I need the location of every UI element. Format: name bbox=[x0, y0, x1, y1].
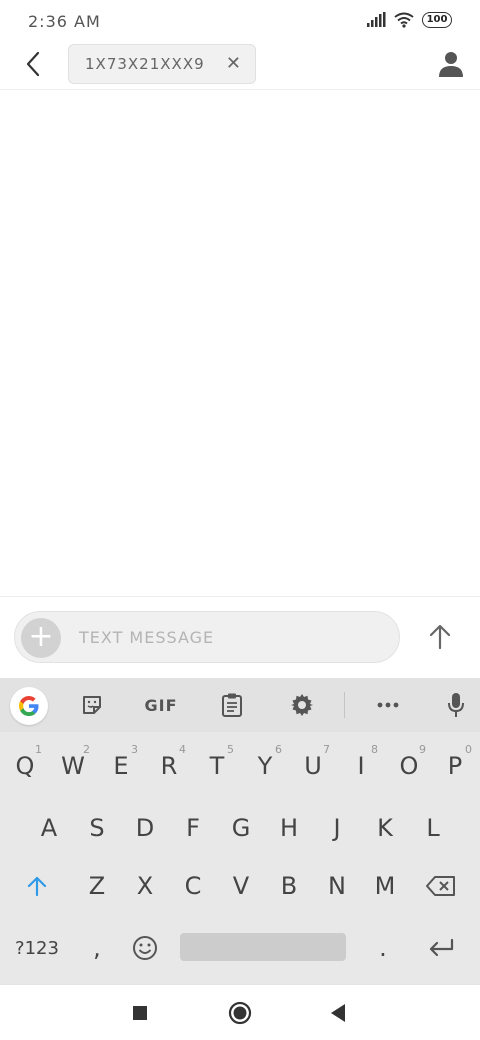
key-hint: 3 bbox=[131, 743, 138, 756]
key-m[interactable]: M bbox=[362, 860, 408, 912]
person-icon[interactable] bbox=[438, 50, 464, 78]
key-b[interactable]: B bbox=[266, 860, 312, 912]
key-d[interactable]: D bbox=[122, 802, 168, 854]
home-circle-icon[interactable] bbox=[228, 1001, 252, 1025]
close-icon[interactable]: ✕ bbox=[226, 53, 241, 74]
status-time: 2:36 AM bbox=[28, 12, 101, 31]
key-hint: 0 bbox=[465, 743, 472, 756]
key-r[interactable]: R 4 bbox=[146, 740, 192, 792]
key-hint: 4 bbox=[179, 743, 186, 756]
key-w[interactable]: W 2 bbox=[50, 740, 96, 792]
recents-square-icon[interactable] bbox=[132, 1005, 148, 1021]
key-label: O bbox=[399, 752, 419, 780]
navigation-bar bbox=[0, 984, 480, 1040]
shift-arrow-icon bbox=[27, 876, 47, 897]
toolbar-divider bbox=[344, 692, 345, 718]
key-hint: 8 bbox=[371, 743, 378, 756]
plus-icon[interactable]: + bbox=[21, 618, 61, 658]
status-icons: 100 bbox=[366, 12, 452, 28]
key-label: P bbox=[447, 752, 463, 780]
key-label: T bbox=[209, 752, 225, 780]
key-k[interactable]: K bbox=[362, 802, 408, 854]
key-label: E bbox=[113, 752, 129, 780]
keyboard-toolbar: GIF bbox=[0, 678, 480, 732]
key-q[interactable]: Q 1 bbox=[2, 740, 48, 792]
shift-key[interactable] bbox=[14, 860, 60, 912]
key-label: U bbox=[304, 752, 322, 780]
key-c[interactable]: C bbox=[170, 860, 216, 912]
more-dots-icon[interactable] bbox=[370, 688, 406, 722]
key-z[interactable]: Z bbox=[74, 860, 120, 912]
recipient-number: 1X73X21XXX9 bbox=[85, 55, 205, 73]
key-p[interactable]: P 0 bbox=[432, 740, 478, 792]
key-s[interactable]: S bbox=[74, 802, 120, 854]
key-label: Y bbox=[257, 752, 273, 780]
emoji-key[interactable] bbox=[122, 922, 168, 974]
comma-key[interactable]: , bbox=[74, 922, 120, 974]
key-hint: 9 bbox=[419, 743, 426, 756]
signal-icon bbox=[367, 12, 386, 27]
symbols-key[interactable]: ?123 bbox=[10, 922, 64, 974]
keyboard: G I F Q 1 W 2 E 3 R 4 T 5 Y 6 U 7 I 8 O 9 … bbox=[0, 678, 480, 984]
key-label: I bbox=[357, 752, 365, 780]
back-triangle-icon[interactable] bbox=[330, 1003, 346, 1023]
key-hint: 7 bbox=[323, 743, 330, 756]
key-n[interactable]: N bbox=[314, 860, 360, 912]
enter-key[interactable] bbox=[418, 922, 464, 974]
gear-icon[interactable] bbox=[284, 688, 320, 722]
key-hint: 1 bbox=[35, 743, 42, 756]
key-l[interactable]: L bbox=[410, 802, 456, 854]
wifi-icon bbox=[394, 12, 414, 28]
battery-icon: 100 bbox=[422, 12, 452, 28]
sticker-icon[interactable] bbox=[74, 688, 110, 722]
key-hint: 6 bbox=[275, 743, 282, 756]
key-i[interactable]: I 8 bbox=[338, 740, 384, 792]
backspace-icon bbox=[426, 876, 455, 896]
key-j[interactable]: J bbox=[314, 802, 360, 854]
key-x[interactable]: X bbox=[122, 860, 168, 912]
key-u[interactable]: U 7 bbox=[290, 740, 336, 792]
google-g-icon[interactable] bbox=[10, 687, 48, 725]
key-h[interactable]: H bbox=[266, 802, 312, 854]
key-e[interactable]: E 3 bbox=[98, 740, 144, 792]
key-v[interactable]: V bbox=[218, 860, 264, 912]
message-input[interactable]: + TEXT MESSAGE bbox=[14, 611, 400, 663]
clipboard-icon[interactable] bbox=[214, 688, 250, 722]
key-label: W bbox=[61, 752, 85, 780]
key-g[interactable]: G bbox=[218, 802, 264, 854]
mic-icon[interactable] bbox=[438, 688, 474, 722]
period-key[interactable]: . bbox=[360, 922, 406, 974]
conversation-header: 1X73X21XXX9 ✕ bbox=[0, 42, 480, 90]
emoji-icon bbox=[133, 936, 157, 960]
compose-bar: + TEXT MESSAGE bbox=[0, 596, 480, 678]
gif-button[interactable]: GIF bbox=[140, 688, 182, 722]
key-a[interactable]: A bbox=[26, 802, 72, 854]
recipient-chip[interactable]: 1X73X21XXX9 ✕ bbox=[68, 44, 256, 84]
key-hint: 5 bbox=[227, 743, 234, 756]
battery-level: 100 bbox=[426, 14, 448, 25]
key-t[interactable]: T 5 bbox=[194, 740, 240, 792]
key-y[interactable]: Y 6 bbox=[242, 740, 288, 792]
send-arrow-up-icon[interactable] bbox=[424, 621, 456, 653]
back-arrow-icon[interactable] bbox=[20, 48, 48, 80]
status-bar: 2:36 AM 100 bbox=[0, 0, 480, 42]
space-bar[interactable] bbox=[180, 933, 346, 961]
key-hint: 2 bbox=[83, 743, 90, 756]
key-f[interactable]: F bbox=[170, 802, 216, 854]
key-label: Q bbox=[15, 752, 35, 780]
enter-icon bbox=[429, 938, 454, 957]
backspace-key[interactable] bbox=[418, 860, 464, 912]
key-label: R bbox=[160, 752, 178, 780]
message-placeholder: TEXT MESSAGE bbox=[79, 628, 215, 647]
key-o[interactable]: O 9 bbox=[386, 740, 432, 792]
